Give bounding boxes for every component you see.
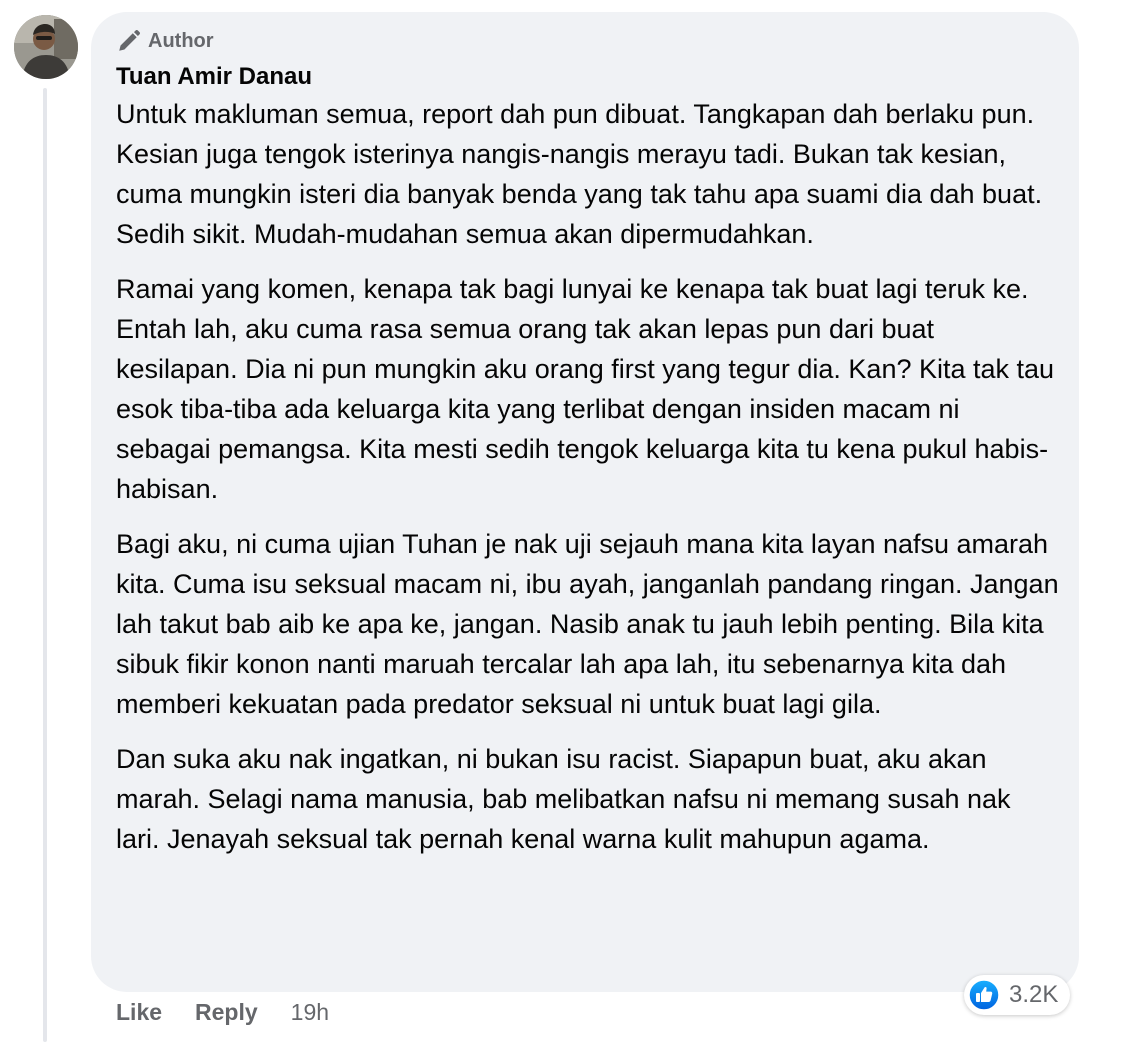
comment-text: Untuk makluman semua, report dah pun dib… (116, 94, 1061, 859)
like-reaction-icon (968, 979, 1000, 1011)
author-badge-label: Author (148, 29, 214, 52)
comment-paragraph: Untuk makluman semua, report dah pun dib… (116, 99, 1043, 249)
author-badge: Author (116, 26, 1059, 56)
reaction-count[interactable]: 3.2K (964, 975, 1071, 1015)
comment-paragraph: Bagi aku, ni cuma ujian Tuhan je nak uji… (116, 529, 1059, 719)
thread-line (43, 88, 47, 1042)
author-name[interactable]: Tuan Amir Danau (116, 62, 1059, 92)
pencil-icon (116, 28, 142, 54)
reply-button[interactable]: Reply (195, 999, 258, 1026)
comment-timestamp[interactable]: 19h (291, 999, 329, 1026)
like-button[interactable]: Like (116, 999, 162, 1026)
reaction-count-value: 3.2K (1009, 981, 1059, 1008)
comment-actions: Like Reply 19h (116, 996, 329, 1028)
comment-bubble: Author Tuan Amir Danau Untuk makluman se… (91, 12, 1079, 992)
avatar[interactable] (14, 15, 78, 79)
comment-paragraph: Dan suka aku nak ingatkan, ni bukan isu … (116, 744, 1011, 854)
comment-paragraph: Ramai yang komen, kenapa tak bagi lunyai… (116, 274, 1055, 504)
